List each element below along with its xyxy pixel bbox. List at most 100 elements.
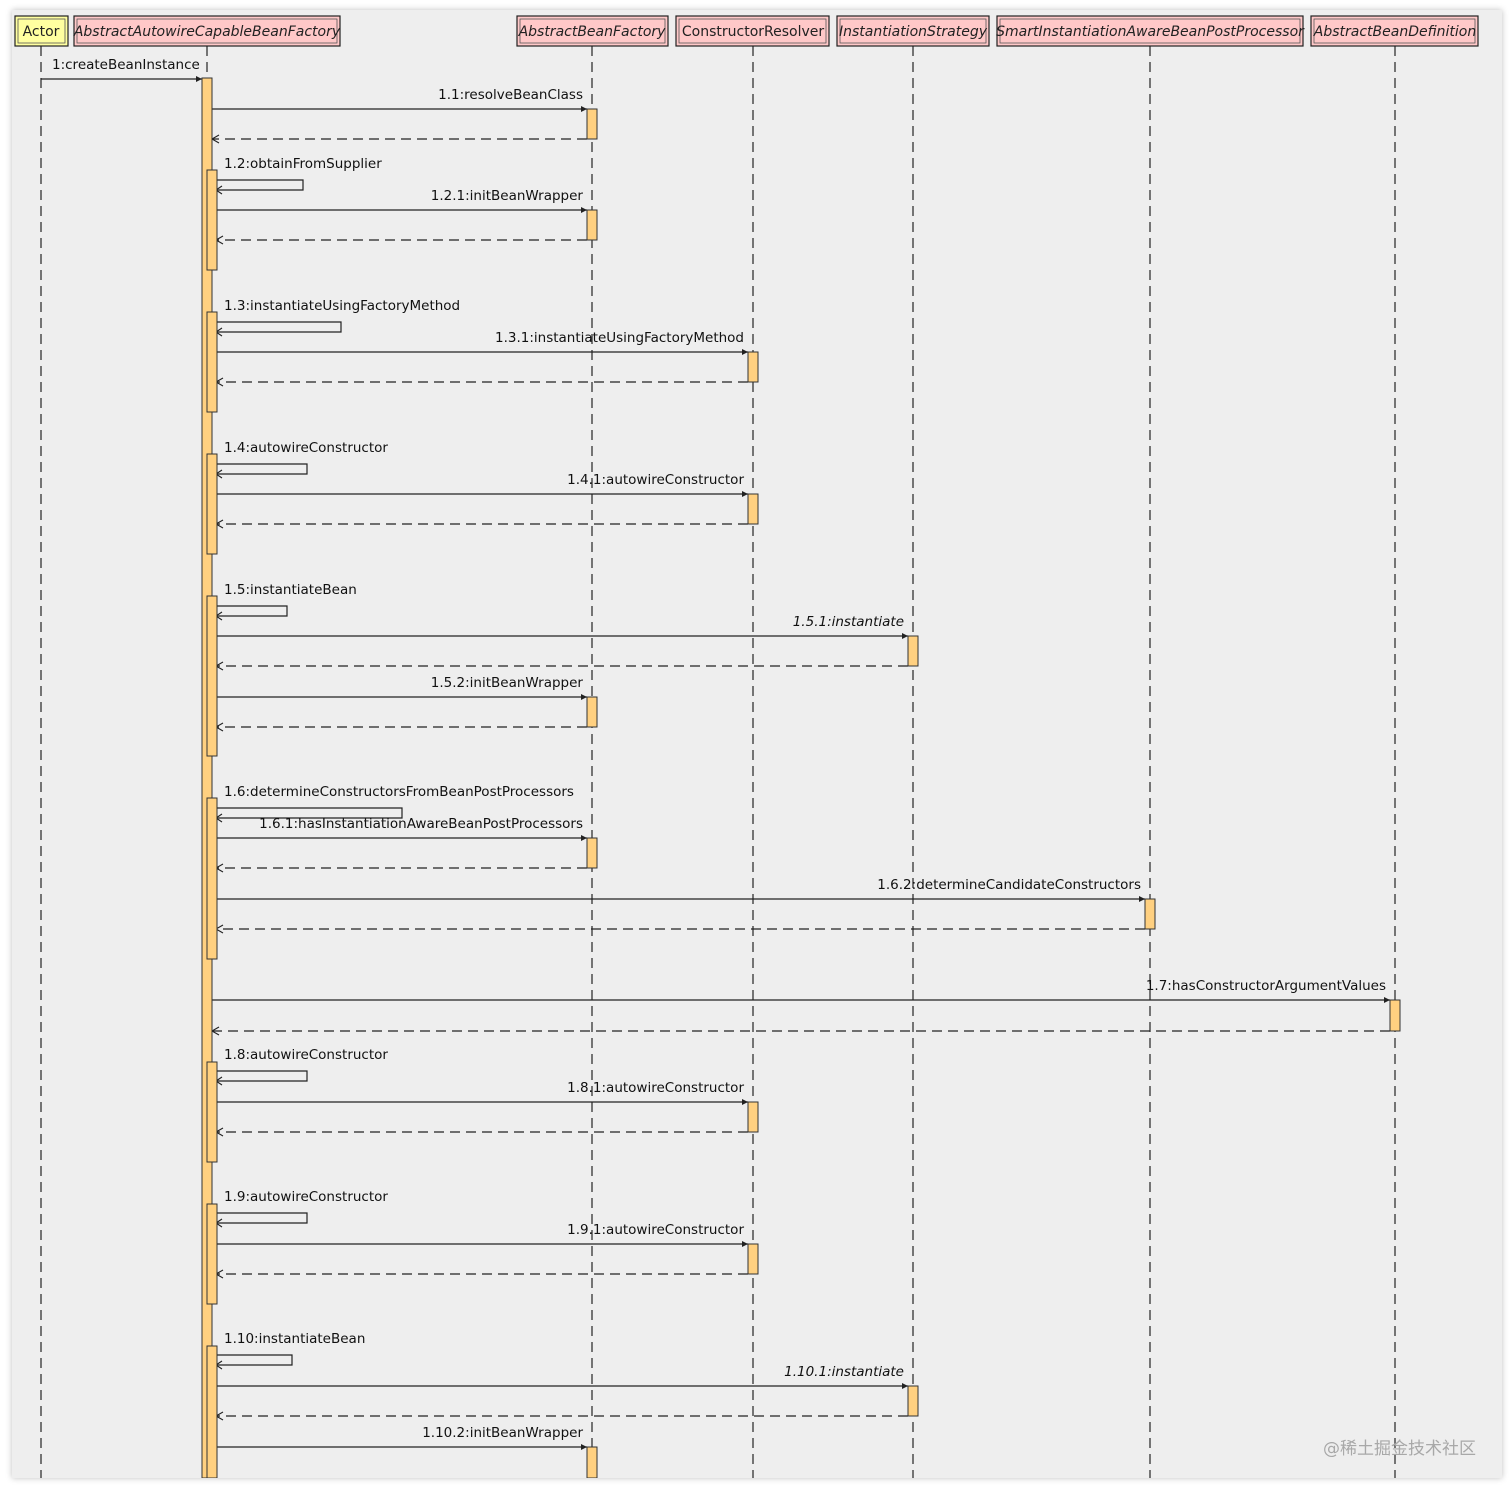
message-label: 1.1:resolveBeanClass (438, 87, 583, 103)
activation-bar (586, 1446, 598, 1478)
message-1.9.1: 1.9.1:autowireConstructor (216, 1222, 748, 1247)
message-return-11 (214, 519, 748, 529)
message-label: 1:createBeanInstance (52, 57, 200, 73)
message-1.1: 1.1:resolveBeanClass (212, 87, 587, 112)
arrowhead (581, 1444, 587, 1450)
arrowhead (742, 491, 748, 497)
message-label: 1.6:determineConstructorsFromBeanPostPro… (224, 784, 574, 800)
arrowhead (1139, 896, 1145, 902)
arrowhead (196, 76, 202, 82)
arrowhead (581, 835, 587, 841)
message-label: 1.4.1:autowireConstructor (567, 472, 744, 488)
arrowhead (581, 207, 587, 213)
message-1.10.1: 1.10.1:instantiate (216, 1364, 908, 1389)
message-label: 1.8:autowireConstructor (224, 1047, 388, 1063)
message-label: 1.7:hasConstructorArgumentValues (1146, 978, 1386, 994)
message-label: 1.5:instantiateBean (224, 582, 357, 598)
activation-bar (206, 595, 218, 757)
participant-is: InstantiationStrategy (836, 15, 990, 47)
message-label: 1.6.1:hasInstantiationAwareBeanPostProce… (259, 816, 583, 832)
participant-label: AbstractAutowireCapableBeanFactory (73, 24, 341, 40)
activation-bar (586, 209, 598, 241)
message-label: 1.3.1:instantiateUsingFactoryMethod (495, 330, 744, 346)
message-1.4.1: 1.4.1:autowireConstructor (216, 472, 748, 497)
activation-bar (586, 696, 598, 728)
message-1: 1:createBeanInstance (41, 57, 202, 82)
message-label: 1.8.1:autowireConstructor (567, 1080, 744, 1096)
activation-bar (747, 493, 759, 525)
message-1.3: 1.3:instantiateUsingFactoryMethod (215, 298, 460, 337)
message-label: 1.2.1:initBeanWrapper (431, 188, 584, 204)
arrowhead (742, 349, 748, 355)
participant-label: InstantiationStrategy (839, 24, 988, 40)
message-label: 1.5.1:instantiate (793, 614, 904, 630)
arrowhead (902, 633, 908, 639)
message-1.9: 1.9:autowireConstructor (215, 1189, 388, 1228)
message-1.5.1: 1.5.1:instantiate (216, 614, 908, 639)
message-return-29 (214, 1269, 748, 1279)
activation-bar (206, 1345, 218, 1478)
message-label: 1.10.1:instantiate (784, 1364, 904, 1380)
participant-label: Actor (23, 24, 60, 40)
arrowhead (1384, 997, 1390, 1003)
message-return-16 (214, 722, 587, 732)
message-return-21 (214, 924, 1145, 934)
participant-siabpp: SmartInstantiationAwareBeanPostProcessor (996, 15, 1305, 47)
message-label: 1.9.1:autowireConstructor (567, 1222, 744, 1238)
message-1.3.1: 1.3.1:instantiateUsingFactoryMethod (216, 330, 748, 355)
activation-bar (907, 635, 919, 667)
activation-bar (206, 311, 218, 413)
participant-label: AbstractBeanDefinition (1313, 24, 1476, 40)
message-label: 1.4:autowireConstructor (224, 440, 388, 456)
participant-label: SmartInstantiationAwareBeanPostProcessor (996, 24, 1305, 40)
message-return-14 (214, 661, 908, 671)
activation-bar (206, 797, 218, 960)
message-return-5 (214, 235, 587, 245)
message-1.6.1: 1.6.1:hasInstantiationAwareBeanPostProce… (216, 816, 587, 841)
activation-bar (206, 169, 218, 271)
message-label: 1.10:instantiateBean (224, 1331, 365, 1347)
arrowhead (581, 106, 587, 112)
message-label: 1.6.2:determineCandidateConstructors (877, 877, 1141, 893)
activation-bar (586, 837, 598, 869)
participant-aacbf: AbstractAutowireCapableBeanFactory (73, 15, 341, 47)
message-return-19 (214, 863, 587, 873)
message-1.7: 1.7:hasConstructorArgumentValues (212, 978, 1390, 1003)
message-label: 1.3:instantiateUsingFactoryMethod (224, 298, 460, 314)
sequence-diagram-canvas: 1:createBeanInstance 1.1:resolveBeanClass… (12, 10, 1502, 1478)
self-call-arrow (216, 463, 308, 475)
message-1.5: 1.5:instantiateBean (215, 582, 357, 621)
arrowhead (742, 1241, 748, 1247)
lifelines (40, 46, 1396, 1478)
message-label: 1.5.2:initBeanWrapper (431, 675, 584, 691)
activation-bar (206, 1061, 218, 1163)
watermark-text: @稀土掘金技术社区 (1323, 1439, 1476, 1459)
message-return-23 (210, 1026, 1390, 1036)
self-call-arrow (216, 1070, 308, 1082)
activation-bar (206, 453, 218, 555)
self-call-arrow (216, 321, 342, 333)
activation-bar (1389, 999, 1401, 1032)
sequence-diagram: 1:createBeanInstance 1.1:resolveBeanClass… (14, 15, 1479, 1478)
participant-label: ConstructorResolver (682, 24, 824, 40)
message-1.2: 1.2:obtainFromSupplier (215, 156, 382, 195)
participant-cr: ConstructorResolver (675, 15, 830, 47)
message-1.8: 1.8:autowireConstructor (215, 1047, 388, 1086)
activation-bar (586, 108, 598, 140)
participant-actor: Actor (14, 15, 69, 47)
message-return-32 (214, 1411, 908, 1421)
arrowhead (742, 1099, 748, 1105)
message-1.5.2: 1.5.2:initBeanWrapper (216, 675, 587, 700)
message-1.2.1: 1.2.1:initBeanWrapper (216, 188, 587, 213)
self-call-arrow (216, 1212, 308, 1224)
message-1.4: 1.4:autowireConstructor (215, 440, 388, 479)
participant-abd: AbstractBeanDefinition (1310, 15, 1479, 47)
activation-bar (907, 1385, 919, 1417)
activations (201, 77, 1401, 1478)
participant-label: AbstractBeanFactory (518, 24, 667, 40)
message-label: 1.9:autowireConstructor (224, 1189, 388, 1205)
message-return-26 (214, 1127, 748, 1137)
message-label: 1.2:obtainFromSupplier (224, 156, 382, 172)
activation-bar (747, 1243, 759, 1275)
self-call-arrow (216, 1354, 293, 1366)
